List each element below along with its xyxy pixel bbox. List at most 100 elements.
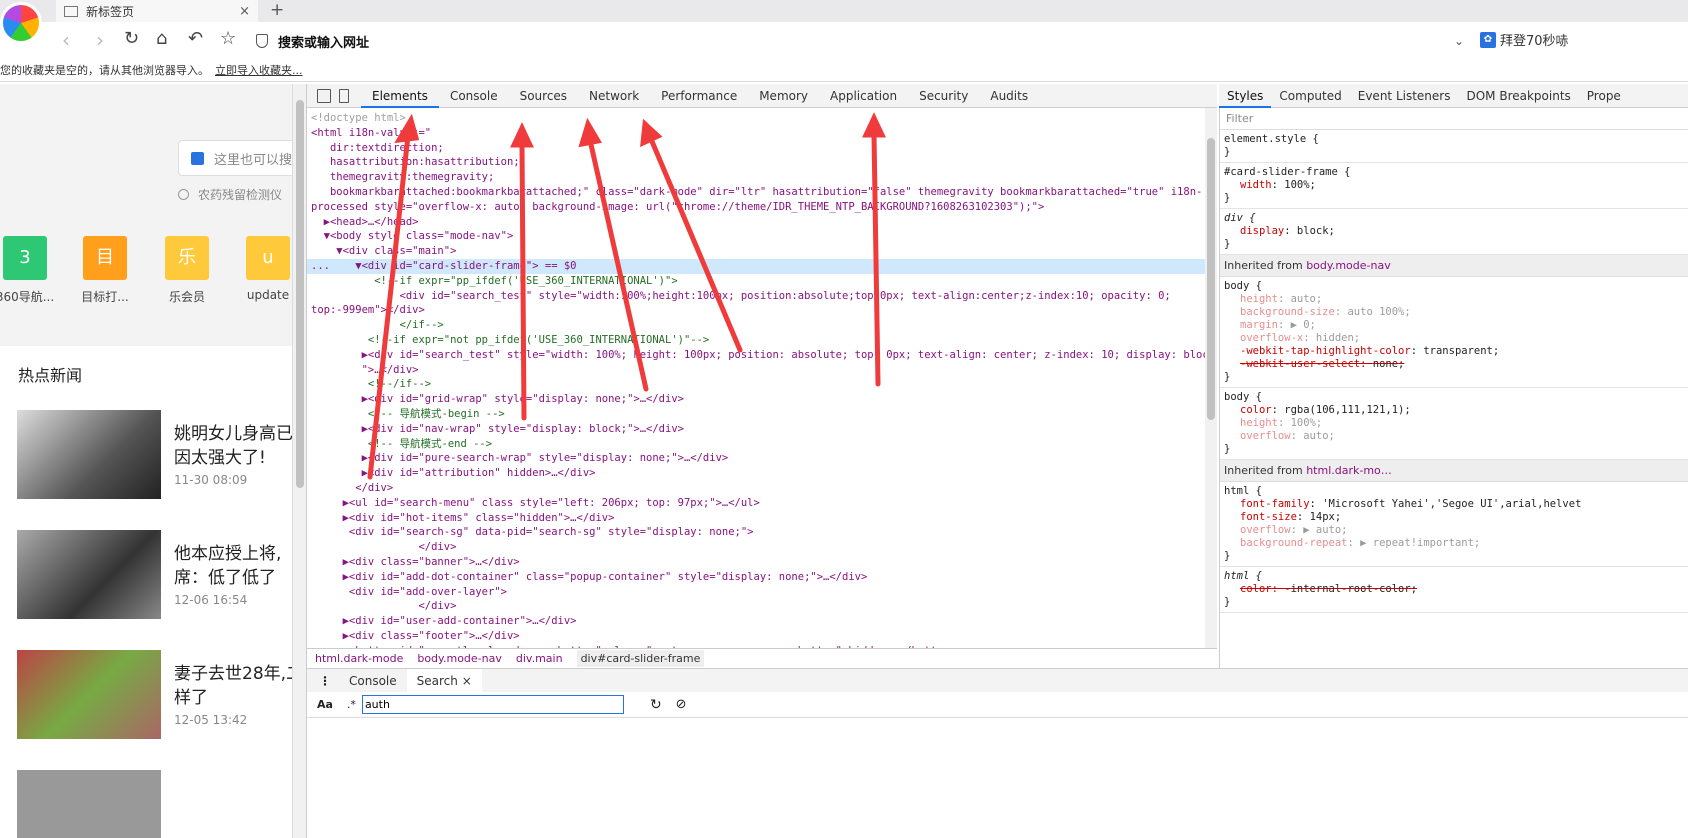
news-item[interactable]: 他本应授上将, 席：低了低了 12-06 16:54 [17,530,292,620]
dom-node-line[interactable]: ▶<div id="attribution" hidden>…</div> [307,466,1205,481]
clear-icon[interactable]: ⊘ [676,697,687,712]
dom-node-line[interactable]: <html i18n-values=" [307,126,1205,141]
home-icon[interactable]: ⌂ [156,28,167,49]
dom-node-line[interactable]: ▶<div id="hot-items" class="hidden">…</d… [307,511,1205,526]
style-declaration[interactable]: overflow-x: hidden; [1224,332,1686,345]
styles-tab[interactable]: Event Listeners [1350,84,1459,108]
style-declaration[interactable]: margin: ▶ 0; [1224,319,1686,332]
property-value[interactable]: transparent; [1423,345,1499,357]
property-value[interactable]: 'Microsoft Yahei','Segoe UI',arial,helve… [1322,498,1581,510]
dom-node-line[interactable]: ▶<div id="pure-search-wrap" style="displ… [307,451,1205,466]
property-value[interactable]: block; [1297,225,1335,237]
app-tile[interactable]: 乐乐会员 [147,236,227,305]
property-value[interactable]: hidden; [1316,332,1360,344]
dom-node-line[interactable]: hasattribution:hasattribution; [307,155,1205,170]
match-case-toggle[interactable]: Aa [317,698,333,711]
property-name[interactable]: overflow-x [1240,332,1303,344]
inspect-icon[interactable] [317,88,331,103]
dom-node-line[interactable]: dir:textdirection; [307,141,1205,156]
device-toggle-icon[interactable] [339,88,349,103]
styles-tab[interactable]: Prope [1579,84,1629,108]
style-declaration[interactable]: color: rgba(106,111,121,1); [1224,404,1686,417]
rule-selector[interactable]: #card-slider-frame { [1224,166,1686,179]
reload-icon[interactable]: ↻ [124,28,139,49]
dom-node-line[interactable]: </div> [307,599,1205,614]
back-icon[interactable]: ‹ [62,28,70,52]
page-scrollbar[interactable] [292,84,306,838]
tab-new-tab[interactable]: 新标签页 × [56,0,258,22]
tab-security[interactable]: Security [908,84,979,108]
rule-selector[interactable]: html { [1224,570,1686,583]
property-name[interactable]: font-size [1240,511,1297,523]
tab-search[interactable]: Search × [406,668,482,693]
property-name[interactable]: display [1240,225,1284,237]
style-declaration[interactable]: color: -internal-root-color; [1224,583,1686,596]
dom-node-line[interactable]: <div id="add-over-layer"> [307,585,1205,600]
dom-node-line[interactable]: ▶<div id="nav-wrap" style="display: bloc… [307,422,1205,437]
property-name[interactable]: height [1240,293,1278,305]
plugin-link[interactable]: 农药残留检测仪 [178,186,282,203]
dom-node-line[interactable]: ▶<div class="banner">…</div> [307,555,1205,570]
scrollbar-thumb[interactable] [1207,138,1215,420]
style-declaration[interactable]: overflow: auto; [1224,430,1686,443]
property-value[interactable]: ▶ auto; [1303,524,1347,536]
regex-toggle[interactable]: .* [347,698,356,711]
rule-selector[interactable]: html { [1224,485,1686,498]
scrollbar-thumb[interactable] [296,100,304,488]
dom-node-line[interactable]: ▶<div id="user-add-container">…</div> [307,614,1205,629]
breadcrumb-item[interactable]: div#card-slider-frame [576,650,705,667]
more-icon[interactable]: ⋮ [319,674,331,688]
style-declaration[interactable]: background-size: auto 100%; [1224,306,1686,319]
property-name[interactable]: color [1240,404,1272,416]
dom-node-line[interactable]: ">…</div> [307,363,1205,378]
forward-icon[interactable]: › [96,28,104,52]
dom-node-line[interactable]: ▶<div id="add-dot-container" class="popu… [307,570,1205,585]
page-search-box[interactable]: 这里也可以搜 [178,140,292,176]
property-value[interactable]: -internal-root-color; [1284,583,1417,595]
style-declaration[interactable]: display: block; [1224,225,1686,238]
undo-icon[interactable]: ↶ [188,28,203,49]
dom-node-line[interactable]: ... ▼<div id="card-slider-frame"> == $0 [307,258,1205,274]
app-tile[interactable]: u update [228,236,292,302]
style-declaration[interactable]: font-family: 'Microsoft Yahei','Segoe UI… [1224,498,1686,511]
tab-elements[interactable]: Elements [361,84,439,108]
property-name[interactable]: width [1240,179,1272,191]
dom-node-line[interactable]: <!-- 导航模式-begin --> [307,407,1205,422]
dom-node-line[interactable]: ▶<head>…</head> [307,215,1205,230]
property-name[interactable]: overflow [1240,430,1291,442]
property-name[interactable]: background-repeat [1240,537,1347,549]
dom-node-line[interactable]: </div> [307,481,1205,496]
address-bar[interactable]: 搜索或输入网址 ⌄ [256,28,1464,54]
tab-console[interactable]: Console [339,669,407,693]
dom-node-line[interactable]: <div id="search_test" style="width:100%;… [307,289,1205,304]
rule-selector[interactable]: div { [1224,212,1686,225]
new-tab-button[interactable]: + [270,0,284,20]
property-value[interactable]: rgba(106,111,121,1); [1284,404,1410,416]
property-name[interactable]: color [1240,583,1272,595]
property-value[interactable]: auto; [1303,430,1335,442]
rule-selector[interactable]: body { [1224,391,1686,404]
elements-tree[interactable]: <!doctype html> <html i18n-values=" dir:t… [307,108,1205,648]
news-item[interactable]: 妻子去世28年,二 样了 12-05 13:42 [17,650,292,740]
property-name[interactable]: background-size [1240,306,1335,318]
property-name[interactable]: font-family [1240,498,1310,510]
dom-node-line[interactable]: <!-- 导航模式-end --> [307,437,1205,452]
property-value[interactable]: 100%; [1284,179,1316,191]
dom-node-line[interactable]: ▶<div class="footer">…</div> [307,629,1205,644]
dom-node-line[interactable]: <!--if expr="not pp_ifdef('USE_360_INTER… [307,333,1205,348]
styles-tab[interactable]: Computed [1271,84,1349,108]
inherited-source-link[interactable]: body.mode-nav [1306,259,1391,272]
breadcrumb-item[interactable]: html.dark-mode [315,652,403,665]
news-item[interactable] [17,770,292,838]
tab-sources[interactable]: Sources [509,84,578,108]
elements-scrollbar[interactable] [1205,108,1217,648]
chevron-down-icon[interactable]: ⌄ [1454,34,1464,48]
style-declaration[interactable]: overflow: ▶ auto; [1224,524,1686,537]
property-name[interactable]: -webkit-tap-highlight-color [1240,345,1411,357]
styles-tab[interactable]: Styles [1219,84,1272,108]
property-name[interactable]: -webkit-user-select [1240,358,1360,370]
tab-close-icon[interactable]: × [239,4,250,19]
styles-filter-input[interactable]: Filter [1220,108,1688,130]
inherited-source-link[interactable]: html.dark-mo… [1306,464,1392,477]
dom-node-line[interactable]: <!--if expr="pp_ifdef('USE_360_INTERNATI… [307,274,1205,289]
